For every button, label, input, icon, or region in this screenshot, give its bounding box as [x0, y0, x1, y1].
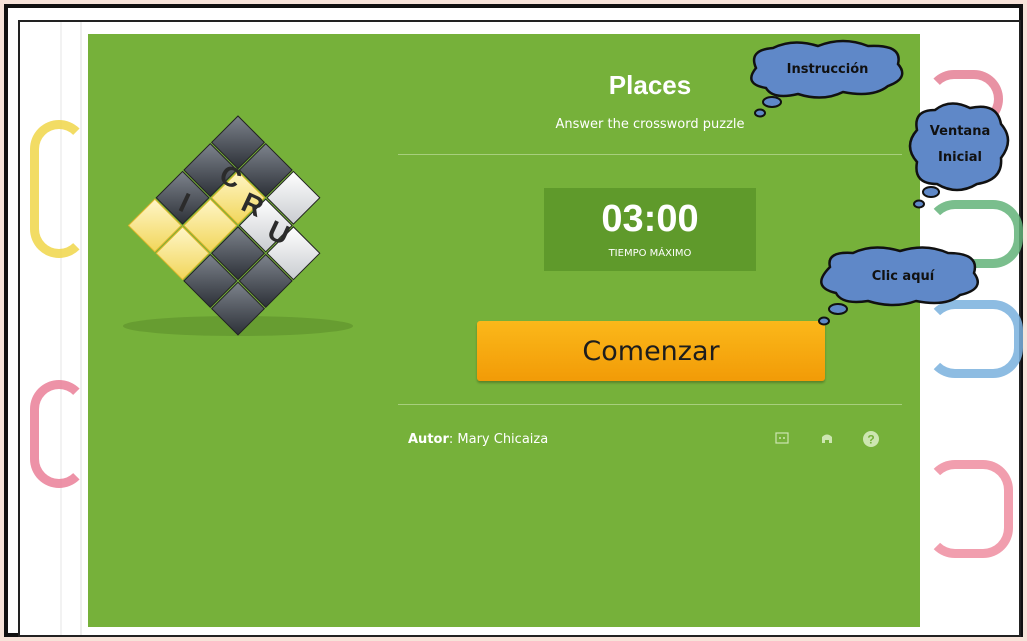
annotation-ventana-inicial: Ventana Inicial: [905, 100, 1015, 212]
author-line: Autor: Mary Chicaiza: [408, 432, 548, 447]
annotation-instruccion: Instrucción: [738, 38, 913, 120]
annotation-clic-aqui: Clic aquí: [808, 245, 988, 327]
game-title: Places: [608, 70, 692, 100]
svg-text:?: ?: [867, 433, 874, 447]
fullscreen-icon[interactable]: [773, 430, 791, 448]
embed-icon[interactable]: [818, 430, 836, 448]
divider: [398, 404, 902, 405]
timer-label: TIEMPO MÁXIMO: [608, 248, 692, 259]
annotation-clic-text: Clic aquí: [871, 269, 935, 284]
author-label: Autor: [408, 432, 449, 447]
paperclip-decoration: [30, 380, 88, 488]
paperclip-decoration: [925, 460, 1013, 558]
crossword-logo: C R U I: [123, 115, 353, 336]
annotation-instruccion-text: Instrucción: [786, 62, 869, 77]
timer-box: 03:00 TIEMPO MÁXIMO: [544, 188, 756, 271]
timer-value: 03:00: [601, 198, 699, 240]
help-icon[interactable]: ?: [862, 430, 880, 448]
divider: [398, 154, 902, 155]
annotation-ventana-line2: Inicial: [938, 150, 982, 165]
paperclip-decoration: [30, 120, 88, 258]
author-name: : Mary Chicaiza: [448, 432, 549, 447]
annotation-ventana-line1: Ventana: [929, 124, 991, 139]
start-button[interactable]: Comenzar: [477, 321, 825, 381]
